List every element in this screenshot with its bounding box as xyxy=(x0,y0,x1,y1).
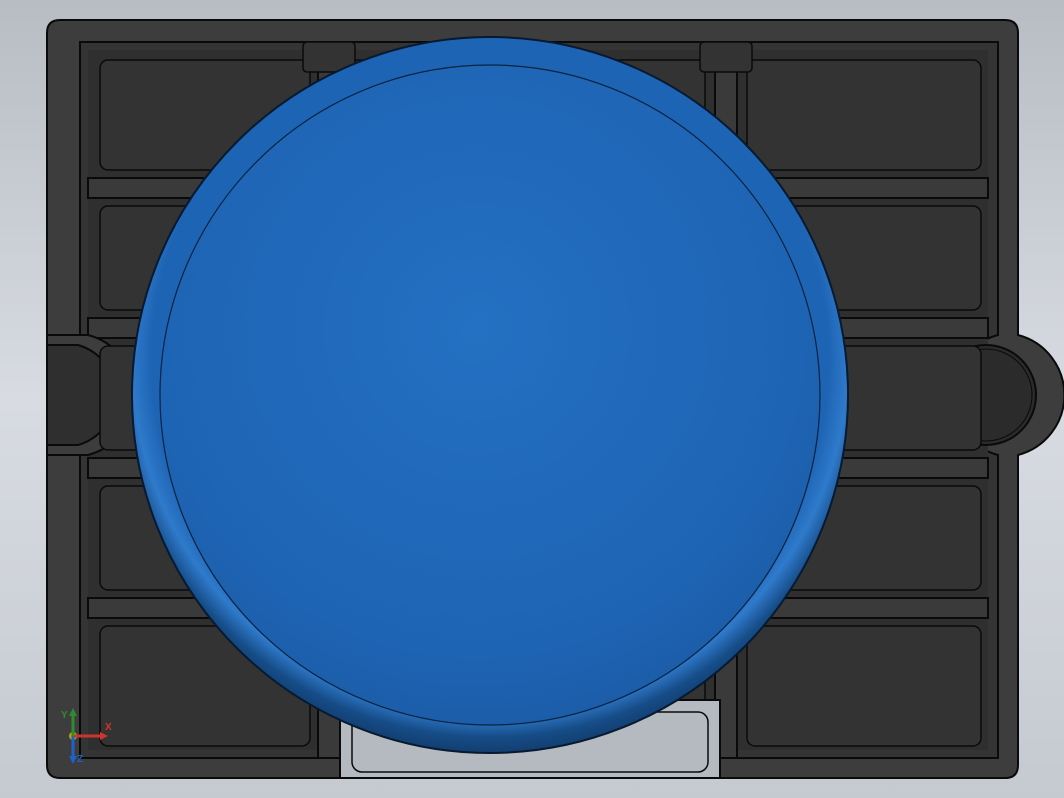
top-notch-right xyxy=(700,42,752,72)
pocket-r5 xyxy=(747,626,981,746)
pocket-r1 xyxy=(747,60,981,170)
3d-viewport[interactable]: X Y Z xyxy=(0,0,1064,798)
disc-fillet-line xyxy=(160,65,820,725)
model-scene xyxy=(0,0,1064,798)
